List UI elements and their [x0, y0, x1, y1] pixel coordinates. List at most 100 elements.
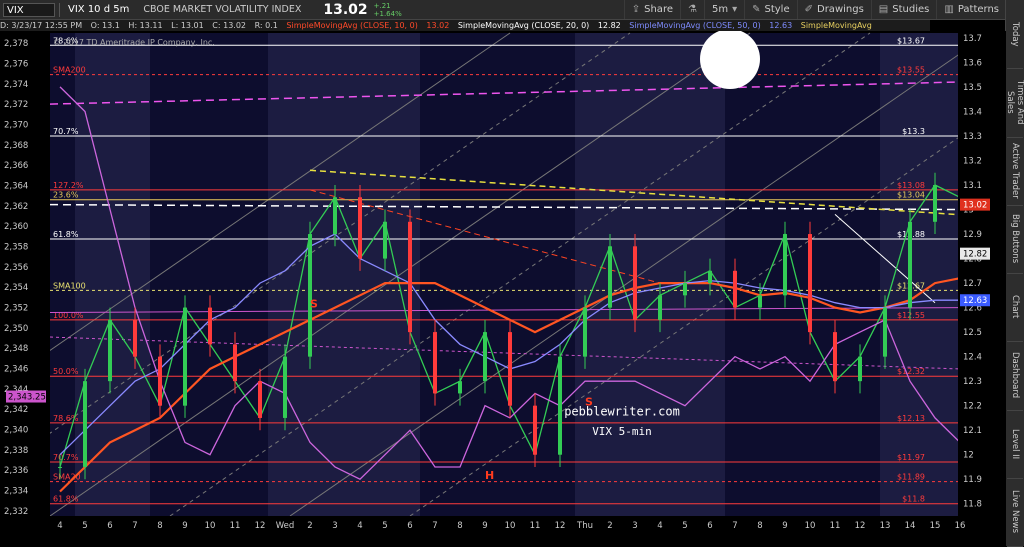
- left-axis-tick: 2,358: [4, 243, 28, 253]
- level-right-label: $12.13: [897, 414, 925, 423]
- x-axis-tick: 3: [332, 521, 337, 531]
- candle-body: [283, 356, 287, 418]
- level-left-label: 23.6%: [53, 191, 79, 200]
- drawings-button[interactable]: ✐ Drawings: [796, 0, 871, 19]
- sma-next-label[interactable]: SimpleMovingAvg: [801, 21, 872, 30]
- candle-body: [433, 332, 437, 394]
- change-absolute: +.21: [373, 1, 391, 10]
- side-tab-today[interactable]: Today: [1007, 0, 1023, 70]
- candle-body: [608, 246, 612, 308]
- toolbar-divider: [59, 2, 60, 17]
- timeframe-button[interactable]: 5m ▾: [703, 0, 744, 19]
- left-axis-tick: 2,354: [4, 283, 28, 293]
- x-axis-tick: 7: [132, 521, 137, 531]
- candle-body: [483, 332, 487, 382]
- candle-body: [858, 356, 862, 382]
- level-right-label: $11.89: [897, 473, 925, 482]
- side-tab-chart[interactable]: Chart: [1007, 273, 1023, 343]
- candle-body: [683, 283, 687, 296]
- chart-area[interactable]: 78.6% $13.67SMA200 $13.5570.7% $13.3127.2% $…: [0, 31, 1006, 546]
- x-axis-tick: 7: [732, 521, 737, 531]
- level-left-label: 70.7%: [53, 453, 79, 462]
- candle-body: [383, 221, 387, 259]
- chart-title: VIX 5-min: [592, 425, 652, 438]
- price-badge-label: 13.02: [963, 201, 987, 211]
- x-axis-tick: 5: [382, 521, 387, 531]
- candle-body: [58, 466, 62, 468]
- patterns-button[interactable]: ▥ Patterns: [936, 0, 1006, 19]
- watermark-text: pebblewriter.com: [564, 404, 680, 418]
- sma10-label[interactable]: SimpleMovingAvg (CLOSE, 10, 0): [286, 21, 417, 30]
- left-axis-tick: 2,362: [4, 202, 28, 212]
- drawings-label: Drawings: [817, 4, 864, 15]
- x-axis-tick: 16: [955, 521, 966, 531]
- candle-body: [783, 234, 787, 296]
- candle-body: [358, 197, 362, 259]
- level-left-label: 50.0%: [53, 367, 79, 376]
- change-percent: +1.64%: [373, 9, 402, 18]
- x-axis-tick: 3: [632, 521, 637, 531]
- candle-body: [308, 234, 312, 357]
- left-axis-tick: 2,368: [4, 141, 28, 151]
- x-axis-tick: 12: [255, 521, 266, 531]
- candle-body: [408, 221, 412, 333]
- right-axis-tick: 13.7: [963, 34, 982, 44]
- left-axis-tick: 2,348: [4, 344, 28, 354]
- left-axis-tick: 2,350: [4, 324, 28, 334]
- x-axis-tick: 7: [432, 521, 437, 531]
- x-axis-tick: 12: [555, 521, 566, 531]
- sma50-label[interactable]: SimpleMovingAvg (CLOSE, 50, 0): [629, 21, 760, 30]
- right-axis-tick: 13.1: [963, 181, 982, 191]
- right-axis-tick: 13.6: [963, 58, 982, 68]
- candle-body: [933, 185, 937, 222]
- x-axis-tick: 11: [230, 521, 241, 531]
- x-axis-tick: Wed: [276, 521, 295, 531]
- level-right-label: $11.8: [902, 495, 925, 504]
- brush-icon: ✎: [752, 4, 761, 15]
- timeframe-label: 5m: [711, 4, 729, 15]
- left-axis-tick: 2,342: [4, 405, 28, 415]
- share-button[interactable]: ⇪ Share: [623, 0, 680, 19]
- x-axis-tick: 8: [757, 521, 762, 531]
- left-axis-tick: 2,338: [4, 446, 28, 456]
- right-axis-tick: 12.2: [963, 402, 982, 412]
- right-axis-tick: 12: [963, 451, 974, 461]
- candle-body: [508, 332, 512, 406]
- side-tab-level-ii[interactable]: Level II: [1007, 410, 1023, 479]
- style-label: Style: [764, 4, 790, 15]
- price-change: +.21 +1.64%: [374, 2, 402, 18]
- side-tab-times-and-sales[interactable]: Times And Sales: [1005, 68, 1024, 138]
- bar-range: R: 0.1: [254, 21, 278, 30]
- right-axis-tick: 13.3: [963, 132, 982, 142]
- symbol-input[interactable]: VIX: [3, 2, 55, 17]
- x-axis-tick: 11: [530, 521, 541, 531]
- x-axis-tick: 5: [82, 521, 87, 531]
- company-name: CBOE MARKET VOLATILITY INDEX: [143, 4, 302, 15]
- left-axis-tick: 2,366: [4, 161, 28, 171]
- right-axis-tick: 11.9: [963, 475, 982, 485]
- style-button[interactable]: ✎ Style: [744, 0, 797, 19]
- side-tab-active-trader[interactable]: Active Trader: [1007, 137, 1023, 206]
- candle-body: [708, 270, 712, 284]
- level-left-label: 70.7%: [53, 127, 79, 136]
- level-left-label: 61.8%: [53, 495, 79, 504]
- sma50-value: 12.63: [769, 21, 793, 30]
- studies-icon: ▤: [878, 4, 889, 15]
- x-axis-tick: Thu: [576, 521, 593, 531]
- side-tab-bar: Today Times And Sales Active Trader Big But…: [1005, 0, 1024, 547]
- x-axis-tick: 2: [607, 521, 612, 531]
- patterns-label: Patterns: [957, 4, 999, 15]
- candle-body: [158, 356, 162, 406]
- right-axis-tick: 12.5: [963, 328, 982, 338]
- sma20-label[interactable]: SimpleMovingAvg (CLOSE, 20, 0): [458, 21, 589, 30]
- flask-button[interactable]: ⚗: [679, 0, 704, 19]
- right-axis-tick: 12.3: [963, 377, 982, 387]
- studies-button[interactable]: ▤ Studies: [870, 0, 937, 19]
- study-info-bar: D: 3/23/17 12:55 PM O: 13.1 H: 13.11 L: …: [0, 20, 930, 31]
- left-axis-tick: 2,346: [4, 365, 28, 375]
- bar-close: C: 13.02: [212, 21, 247, 30]
- side-tab-live-news[interactable]: Live News: [1007, 478, 1023, 547]
- side-tab-dashboard[interactable]: Dashboard: [1007, 341, 1023, 411]
- chart-period-label[interactable]: VIX 10 d 5m: [68, 4, 129, 15]
- side-tab-big-buttons[interactable]: Big Buttons: [1007, 205, 1023, 274]
